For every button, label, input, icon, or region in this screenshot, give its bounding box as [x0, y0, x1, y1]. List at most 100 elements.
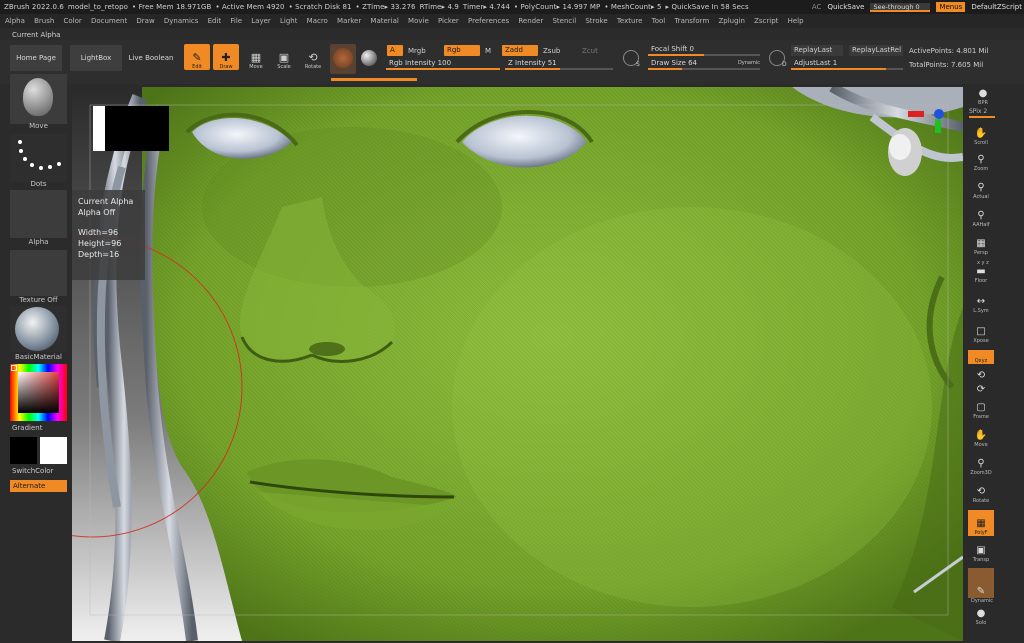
bpr-icon: ● [978, 88, 988, 99]
switch-color-button[interactable]: SwitchColor [12, 467, 69, 475]
color-square[interactable] [18, 372, 59, 413]
menu-stencil[interactable]: Stencil [552, 17, 576, 25]
quicksave-timer: ▸ QuickSave In 58 Secs [665, 3, 749, 11]
rgb-toggle[interactable]: Rgb [444, 45, 480, 56]
transp-button[interactable]: ▣ Transp [968, 539, 994, 564]
rgb-intensity-slider[interactable]: Rgb Intensity 100 [386, 59, 500, 70]
bpr-button[interactable]: ● BPR [970, 82, 996, 107]
brush-move-thumb[interactable] [10, 74, 67, 124]
menu-movie[interactable]: Movie [408, 17, 429, 25]
zcut-toggle[interactable]: Zcut [582, 47, 598, 55]
rotate-axis-z-button[interactable]: ⟳ [968, 382, 994, 396]
material-sphere-icon[interactable] [361, 50, 377, 66]
secondary-color-swatch[interactable] [40, 437, 67, 464]
rotate-y-icon: ⟲ [976, 370, 986, 381]
draw-button[interactable]: ✚ Draw [213, 44, 239, 70]
adjust-last-slider[interactable]: AdjustLast 1 [791, 59, 903, 70]
actual-button[interactable]: ⚲ Actual [968, 176, 994, 201]
menu-tool[interactable]: Tool [652, 17, 666, 25]
spix-slider[interactable]: SPix 2 [969, 108, 987, 115]
menu-picker[interactable]: Picker [438, 17, 459, 25]
solo-button[interactable]: ● Solo [968, 602, 994, 627]
material-thumb[interactable] [10, 306, 67, 352]
zsub-toggle[interactable]: Zsub [543, 47, 560, 55]
menu-edit[interactable]: Edit [208, 17, 222, 25]
lightbox-button[interactable]: LightBox [70, 45, 122, 71]
live-boolean-button[interactable]: Live Boolean [126, 45, 176, 71]
menu-material[interactable]: Material [370, 17, 398, 25]
menu-document[interactable]: Document [91, 17, 127, 25]
zoom3d-button[interactable]: ⚲ Zoom3D [968, 452, 994, 477]
zoom-button[interactable]: ⚲ Zoom [968, 148, 994, 173]
zadd-toggle[interactable]: Zadd [502, 45, 538, 56]
actual-label: Actual [973, 194, 989, 200]
dynamic-button[interactable]: ✎ [968, 568, 994, 598]
tooltip-state: Alpha Off [78, 208, 116, 217]
dynamic-toggle[interactable]: Dynamic [738, 59, 760, 68]
texture-thumb[interactable] [10, 250, 67, 296]
mrgb-toggle[interactable]: Mrgb [408, 47, 426, 55]
replay-last-button[interactable]: ReplayLast [791, 45, 843, 56]
xpose-button[interactable]: □ Xpose [968, 320, 994, 345]
alternate-button[interactable]: Alternate [10, 480, 67, 492]
qxyz-button[interactable]: Qxyz [968, 350, 994, 364]
edit-label: Edit [192, 64, 202, 70]
ac-label[interactable]: AC [812, 3, 822, 11]
menu-dynamics[interactable]: Dynamics [164, 17, 199, 25]
menu-stroke[interactable]: Stroke [585, 17, 607, 25]
move-view-button[interactable]: ✋ Move [968, 424, 994, 449]
aahalf-button[interactable]: ⚲ AAHalf [968, 204, 994, 229]
menu-file[interactable]: File [230, 17, 242, 25]
lsym-button[interactable]: ↔ L.Sym [968, 290, 994, 315]
menu-zplugin[interactable]: Zplugin [718, 17, 744, 25]
menus-button[interactable]: Menus [936, 2, 966, 12]
menu-marker[interactable]: Marker [337, 17, 361, 25]
persp-button[interactable]: ▦ Persp [968, 232, 994, 257]
m-toggle[interactable]: M [485, 47, 491, 55]
menu-preferences[interactable]: Preferences [468, 17, 509, 25]
home-page-button[interactable]: Home Page [10, 45, 62, 71]
menu-draw[interactable]: Draw [136, 17, 154, 25]
scale-button[interactable]: ▣ Scale [271, 44, 297, 70]
move-brush-icon [23, 78, 53, 116]
brush-thumbnail[interactable] [330, 44, 356, 74]
menu-color[interactable]: Color [63, 17, 81, 25]
menu-brush[interactable]: Brush [34, 17, 54, 25]
focal-shift-slider[interactable]: Focal Shift 0 [648, 45, 760, 56]
rotate-axis-y-button[interactable]: ⟲ [968, 366, 994, 382]
menu-render[interactable]: Render [518, 17, 543, 25]
a-toggle[interactable]: A [387, 45, 403, 56]
menu-zscript[interactable]: Zscript [754, 17, 778, 25]
main-color-swatch[interactable] [10, 437, 37, 464]
rotate-view-button[interactable]: ⟲ Rotate [968, 480, 994, 505]
alpha-thumb[interactable] [10, 190, 67, 238]
menu-layer[interactable]: Layer [251, 17, 271, 25]
polyf-button[interactable]: ▦ PolyF [968, 510, 994, 536]
scroll-label: Scroll [974, 140, 988, 146]
menu-texture[interactable]: Texture [617, 17, 643, 25]
menu-alpha[interactable]: Alpha [5, 17, 25, 25]
color-picker[interactable] [10, 364, 67, 421]
gradient-label[interactable]: Gradient [12, 424, 69, 432]
menu-light[interactable]: Light [280, 17, 297, 25]
menu-macro[interactable]: Macro [307, 17, 328, 25]
floor-button[interactable]: ▬ Floor [968, 258, 994, 285]
see-through-slider[interactable]: See-through 0 [870, 2, 931, 12]
bpr-label: BPR [978, 100, 988, 106]
draw-size-slider[interactable]: Draw Size 64 Dynamic [648, 59, 760, 70]
scroll-button[interactable]: ✋ Scroll [968, 122, 994, 147]
z-intensity-slider[interactable]: Z Intensity 51 [505, 59, 613, 70]
stroke-thumb[interactable] [10, 134, 67, 182]
viewport-canvas[interactable] [72, 87, 963, 641]
menu-transform[interactable]: Transform [674, 17, 709, 25]
default-zscript-button[interactable]: DefaultZScript [971, 3, 1022, 11]
replay-last-rel-button[interactable]: ReplayLastRel [849, 45, 903, 56]
move-button[interactable]: ▦ Move [243, 44, 269, 70]
edit-button[interactable]: ✎ Edit [184, 44, 210, 70]
rotate-button[interactable]: ⟲ Rotate [300, 44, 326, 70]
floor-icon: ▬ [976, 266, 986, 277]
rotate-z-icon: ⟳ [976, 384, 986, 395]
frame-button[interactable]: ▢ Frame [968, 396, 994, 421]
quicksave-button[interactable]: QuickSave [827, 3, 864, 11]
menu-help[interactable]: Help [788, 17, 804, 25]
